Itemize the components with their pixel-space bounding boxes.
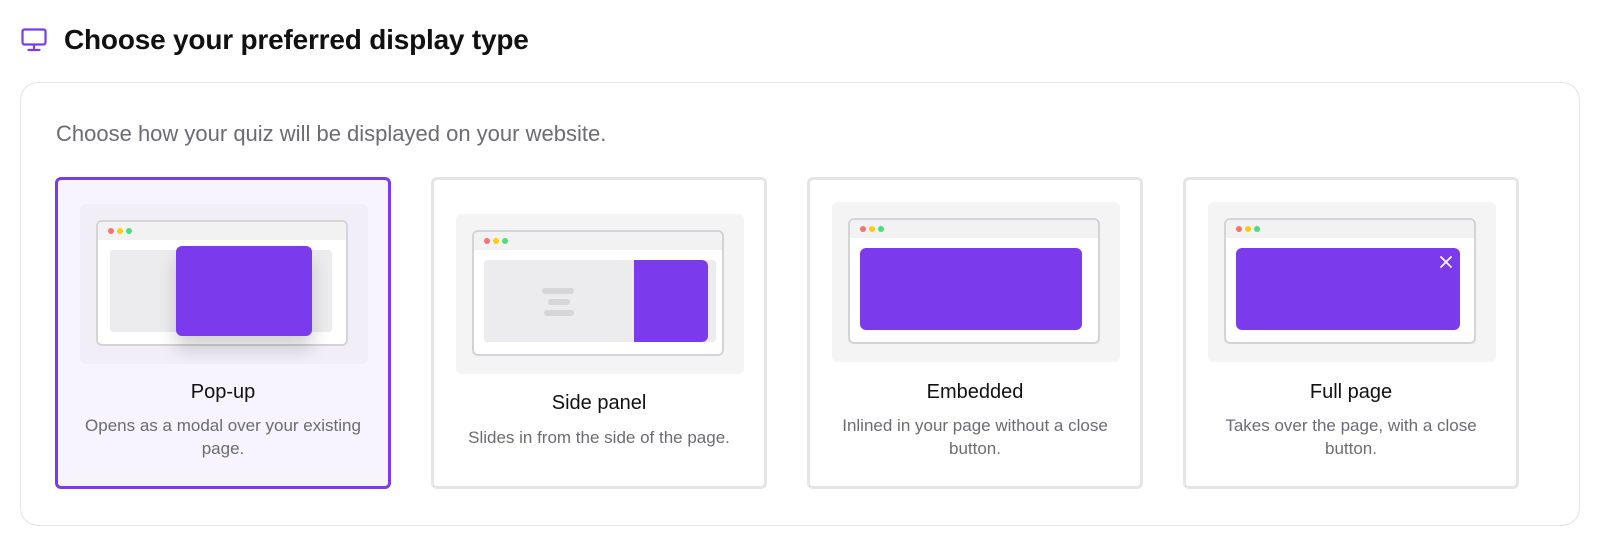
popup-preview	[80, 204, 368, 364]
side-panel-illustration	[634, 260, 708, 342]
option-card-popup[interactable]: Pop-up Opens as a modal over your existi…	[55, 177, 391, 489]
browser-mockup	[848, 218, 1100, 344]
section-header: Choose your preferred display type	[20, 20, 529, 60]
display-type-panel: Choose how your quiz will be displayed o…	[20, 82, 1580, 526]
page-title: Choose your preferred display type	[64, 24, 529, 55]
close-icon	[1439, 255, 1453, 269]
option-subtitle: Inlined in your page without a close but…	[842, 416, 1108, 458]
option-subtitle: Opens as a modal over your existing page…	[85, 416, 361, 458]
option-card-embedded[interactable]: Embedded Inlined in your page without a …	[807, 177, 1143, 489]
panel-description: Choose how your quiz will be displayed o…	[56, 121, 607, 146]
option-card-full-page[interactable]: Full page Takes over the page, with a cl…	[1183, 177, 1519, 489]
full-page-preview	[1208, 202, 1496, 362]
side-panel-preview	[456, 214, 744, 374]
option-subtitle: Slides in from the side of the page.	[468, 428, 730, 447]
monitor-icon	[20, 26, 48, 54]
option-title: Pop-up	[190, 381, 256, 403]
modal-illustration	[176, 246, 312, 336]
embedded-preview	[832, 202, 1120, 362]
option-title: Embedded	[926, 381, 1024, 403]
full-page-illustration	[1236, 248, 1460, 330]
browser-mockup	[472, 230, 724, 356]
option-subtitle: Takes over the page, with a close button…	[1225, 416, 1477, 458]
browser-mockup	[1224, 218, 1476, 344]
embedded-illustration	[860, 248, 1082, 330]
option-title: Full page	[1309, 381, 1393, 403]
option-title: Side panel	[551, 392, 647, 414]
option-card-side-panel[interactable]: Side panel Slides in from the side of th…	[431, 177, 767, 489]
